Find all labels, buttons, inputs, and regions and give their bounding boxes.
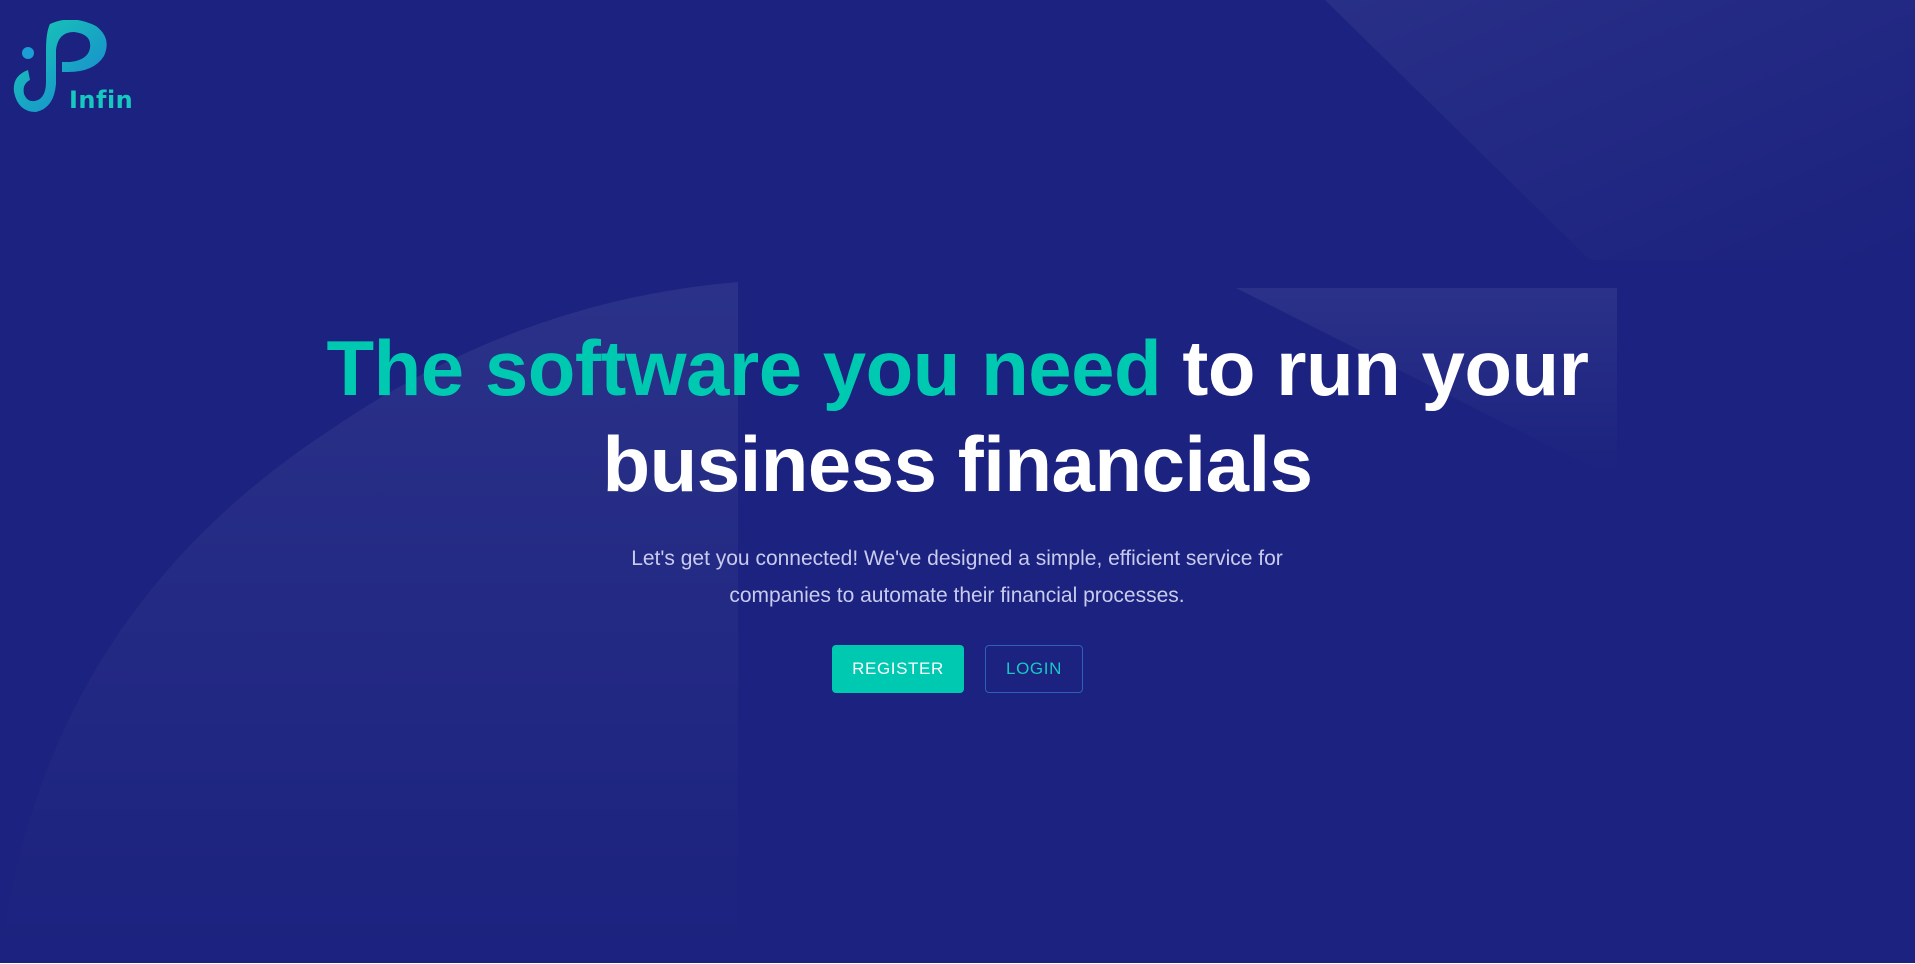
brand-logo[interactable]: Infin bbox=[12, 19, 133, 116]
login-button[interactable]: LOGIN bbox=[985, 645, 1083, 693]
subtext-line1: Let's get you connected! We've designed … bbox=[631, 547, 1283, 570]
brand-name: Infin bbox=[69, 86, 134, 114]
hero-headline: The software you need to run your busine… bbox=[0, 320, 1915, 512]
hero-section: Infin The software you need to run your … bbox=[0, 0, 1915, 963]
headline-accent: The software you need bbox=[326, 324, 1162, 412]
hero-actions: REGISTER LOGIN bbox=[0, 645, 1915, 693]
subtext-line2: companies to automate their financial pr… bbox=[729, 584, 1185, 607]
hero-subtext: Let's get you connected! We've designed … bbox=[607, 540, 1307, 614]
headline-rest-line1: to run your bbox=[1161, 324, 1589, 412]
headline-line2: business financials bbox=[602, 420, 1313, 508]
register-button[interactable]: REGISTER bbox=[832, 645, 964, 693]
